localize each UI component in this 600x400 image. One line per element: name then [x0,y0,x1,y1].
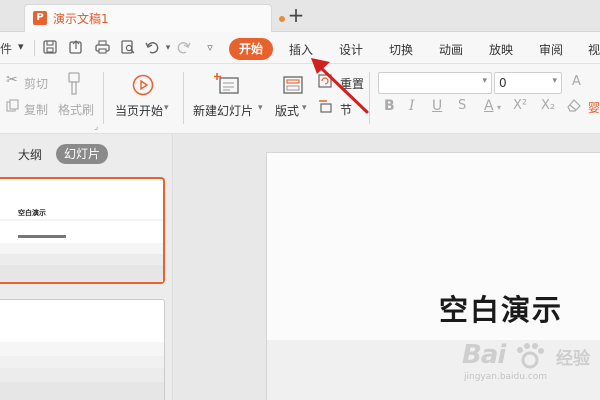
layout-icon [283,76,303,98]
thumbnail-stripe [0,254,163,265]
menu-bar: 件 ▾ ▾ ▿ 开始 插入 设计 切换 动画 放映 审阅 视 [0,32,600,64]
watermark-logo-text: 经验 [556,349,590,369]
thumbnail-stripe [0,219,163,221]
tab-home[interactable]: 开始 [229,38,274,60]
thumbnail-stripe [0,243,163,254]
chevron-down-icon: ▾ [482,76,487,86]
undo-dropdown-icon[interactable]: ▾ [160,40,176,56]
document-tab[interactable]: P 演示文稿1 [24,4,285,32]
paw-icon [510,342,550,374]
play-dropdown-icon[interactable]: ▾ [164,103,169,113]
tab-slideshow[interactable]: 放映 [489,41,513,58]
customize-toolbar-icon[interactable]: ▿ [202,40,218,56]
new-slide-dropdown-icon[interactable]: ▾ [258,103,263,113]
layout-button[interactable]: 版式 [275,102,299,119]
presentation-file-icon: P [33,11,47,25]
font-size-value: 0 [499,76,507,90]
clear-format-icon[interactable] [566,98,582,116]
bold-icon[interactable]: B [384,98,395,114]
format-painter-button[interactable]: 格式刷 [58,101,94,118]
tab-outline[interactable]: 大纲 [18,146,42,163]
section-button[interactable]: 节 [340,101,352,118]
font-name-select[interactable]: ▾ [378,72,492,94]
subscript-icon[interactable]: X₂ [541,98,555,113]
font-size-select[interactable]: 0 ▾ [494,72,562,94]
save-icon[interactable] [42,40,58,56]
reset-icon [318,74,333,93]
watermark-url: jingyan.baidu.com [464,372,548,382]
file-menu-button[interactable]: 件 [0,40,12,57]
slide-title[interactable]: 空白演示 [439,287,563,329]
slide-thumbnail-1[interactable]: 空白演示 [0,177,165,284]
new-tab-button[interactable]: + [286,3,306,27]
export-icon[interactable] [68,40,84,56]
thumbnail-stripe [0,356,164,368]
reset-button[interactable]: 重置 [340,75,364,92]
baidu-jingyan-watermark: Bai 经验 jingyan.baidu.com [458,340,600,390]
tab-insert[interactable]: 插入 [289,41,313,58]
new-slide-icon [214,73,240,99]
italic-icon[interactable]: I [409,98,415,114]
play-from-current-button[interactable]: 当页开始 [115,102,163,119]
new-slide-button[interactable]: 新建幻灯片 [193,102,253,119]
print-preview-icon[interactable] [120,40,136,56]
tab-slides[interactable]: 幻灯片 [56,144,109,164]
title-bar: P 演示文稿1 + [0,0,600,32]
copy-icon [6,99,19,116]
print-icon[interactable] [94,40,110,56]
format-painter-icon [66,72,82,100]
thumbnail-stripe [0,342,164,356]
thumbnail-subtitle-placeholder [18,235,66,238]
section-icon [318,99,333,118]
watermark-logo: Bai [462,340,506,370]
chevron-down-icon: ▾ [552,76,557,86]
thumbnail-title: 空白演示 [18,209,46,217]
tab-review[interactable]: 审阅 [539,41,563,58]
document-tab-title: 演示文稿1 [53,12,109,26]
shadow-icon[interactable]: S [458,98,466,113]
cut-button[interactable]: 剪切 [24,75,48,92]
scissors-icon: ✂ [6,72,18,88]
divider [183,72,184,124]
redo-icon[interactable] [176,40,192,56]
tab-transitions[interactable]: 切换 [389,41,413,58]
tab-animation[interactable]: 动画 [439,41,463,58]
underline-icon[interactable]: U [432,98,442,114]
file-menu-caret-icon[interactable]: ▾ [18,40,24,53]
tab-design[interactable]: 设计 [339,41,363,58]
thumbnail-stripe [0,265,163,282]
unsaved-indicator-icon [279,16,285,22]
ribbon-overflow-label[interactable]: 婴 [588,99,600,116]
divider [34,40,35,56]
undo-icon[interactable] [144,40,160,56]
tab-view[interactable]: 视 [588,41,600,58]
divider [369,72,370,124]
play-icon [132,74,154,100]
slide-thumbnail-2[interactable] [0,299,165,400]
grow-font-icon[interactable]: A [572,74,581,89]
font-color-icon[interactable]: A [484,98,494,114]
font-color-dropdown-icon[interactable]: ▾ [497,103,501,112]
divider [103,72,104,124]
clipboard-launcher-icon[interactable]: ⌟ [94,122,98,132]
superscript-icon[interactable]: X² [513,98,527,113]
thumbnail-stripe [0,368,164,382]
copy-button[interactable]: 复制 [24,101,48,118]
thumbnail-stripe [0,382,164,400]
layout-dropdown-icon[interactable]: ▾ [302,103,307,113]
